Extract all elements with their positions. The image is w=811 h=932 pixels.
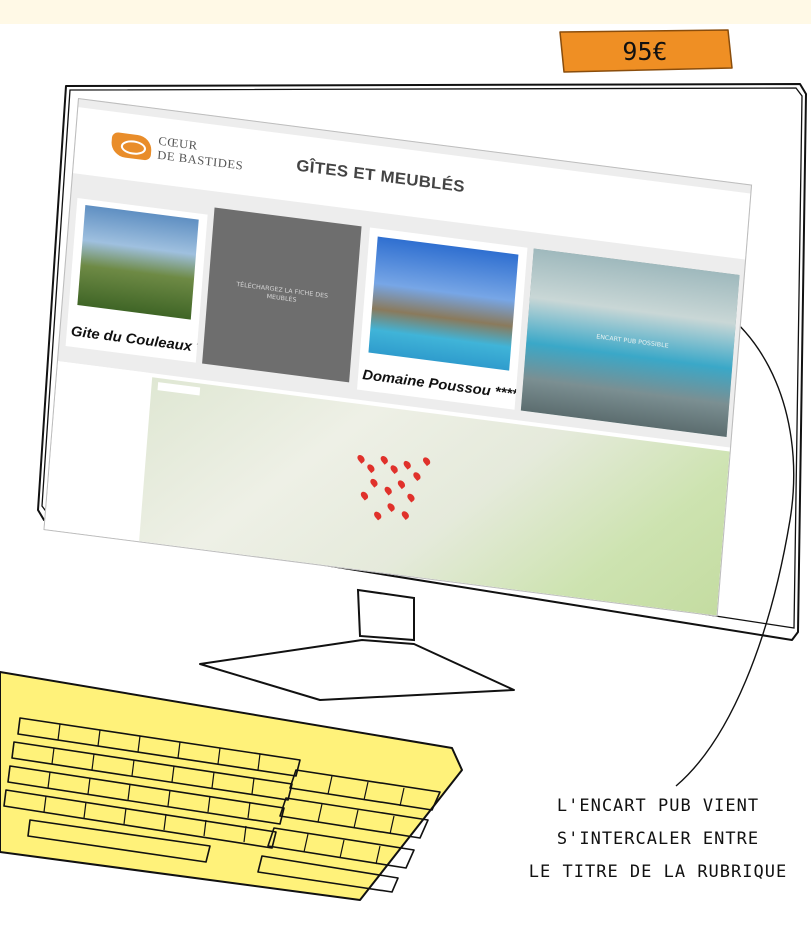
- download-promo-panel[interactable]: TÉLÉCHARGEZ LA FICHE DES MEUBLÉS: [202, 207, 362, 383]
- map-pin-icon[interactable]: [359, 490, 370, 501]
- website-screenshot: CŒUR DE BASTIDES GÎTES ET MEUBLÉS Gite d…: [43, 98, 753, 617]
- price-tag: 95€: [556, 28, 734, 74]
- annotation-line: LE TITRE DE LA RUBRIQUE: [528, 862, 788, 882]
- map-pin-icon[interactable]: [379, 454, 390, 465]
- map-pin-icon[interactable]: [372, 510, 383, 521]
- listing-name: Gite du Couleaux ***: [70, 322, 208, 357]
- annotation-line: S'INTERCALER ENTRE: [556, 829, 760, 849]
- price-label: 95€: [622, 36, 668, 66]
- map-pin-icon[interactable]: [405, 492, 417, 503]
- map-pin-icon[interactable]: [368, 477, 380, 488]
- map-pin-icon[interactable]: [421, 456, 432, 467]
- annotation-line: L'ENCART PUB VIENT: [556, 796, 760, 816]
- site-section-title: GÎTES ET MEUBLÉS: [295, 157, 466, 197]
- annotation-text: L'ENCART PUB VIENT S'INTERCALER ENTRE LE…: [508, 790, 808, 889]
- listing-name: Domaine Poussou ****: [361, 366, 519, 402]
- map-type-tabs[interactable]: [157, 382, 201, 396]
- map-pin-icon[interactable]: [411, 470, 423, 482]
- map-pin-icon[interactable]: [388, 463, 400, 475]
- listing-photo: [368, 236, 519, 371]
- map-sidebar: [44, 361, 149, 541]
- listing-photo: [77, 205, 199, 320]
- ad-insert-panel[interactable]: ENCART PUB POSSIBLE: [520, 248, 740, 437]
- map-pin-icon[interactable]: [365, 462, 377, 474]
- map-pin-icon[interactable]: [400, 509, 411, 520]
- map-pin-icon[interactable]: [383, 485, 394, 496]
- map-pin-icon[interactable]: [402, 459, 413, 470]
- site-logo-icon: [110, 131, 153, 161]
- listing-card[interactable]: Domaine Poussou ****: [357, 227, 528, 410]
- promo-text: TÉLÉCHARGEZ LA FICHE DES MEUBLÉS: [236, 281, 329, 304]
- map-pin-icon[interactable]: [396, 479, 407, 490]
- keyboard: [0, 671, 463, 901]
- monitor-stand-neck: [356, 588, 415, 642]
- map-pin-icon[interactable]: [355, 453, 367, 464]
- map-pin-icon[interactable]: [385, 501, 397, 513]
- map-sidebar-title: [63, 376, 147, 387]
- listing-card[interactable]: Gite du Couleaux ***: [65, 197, 208, 363]
- monitor-stand-base: [199, 639, 515, 701]
